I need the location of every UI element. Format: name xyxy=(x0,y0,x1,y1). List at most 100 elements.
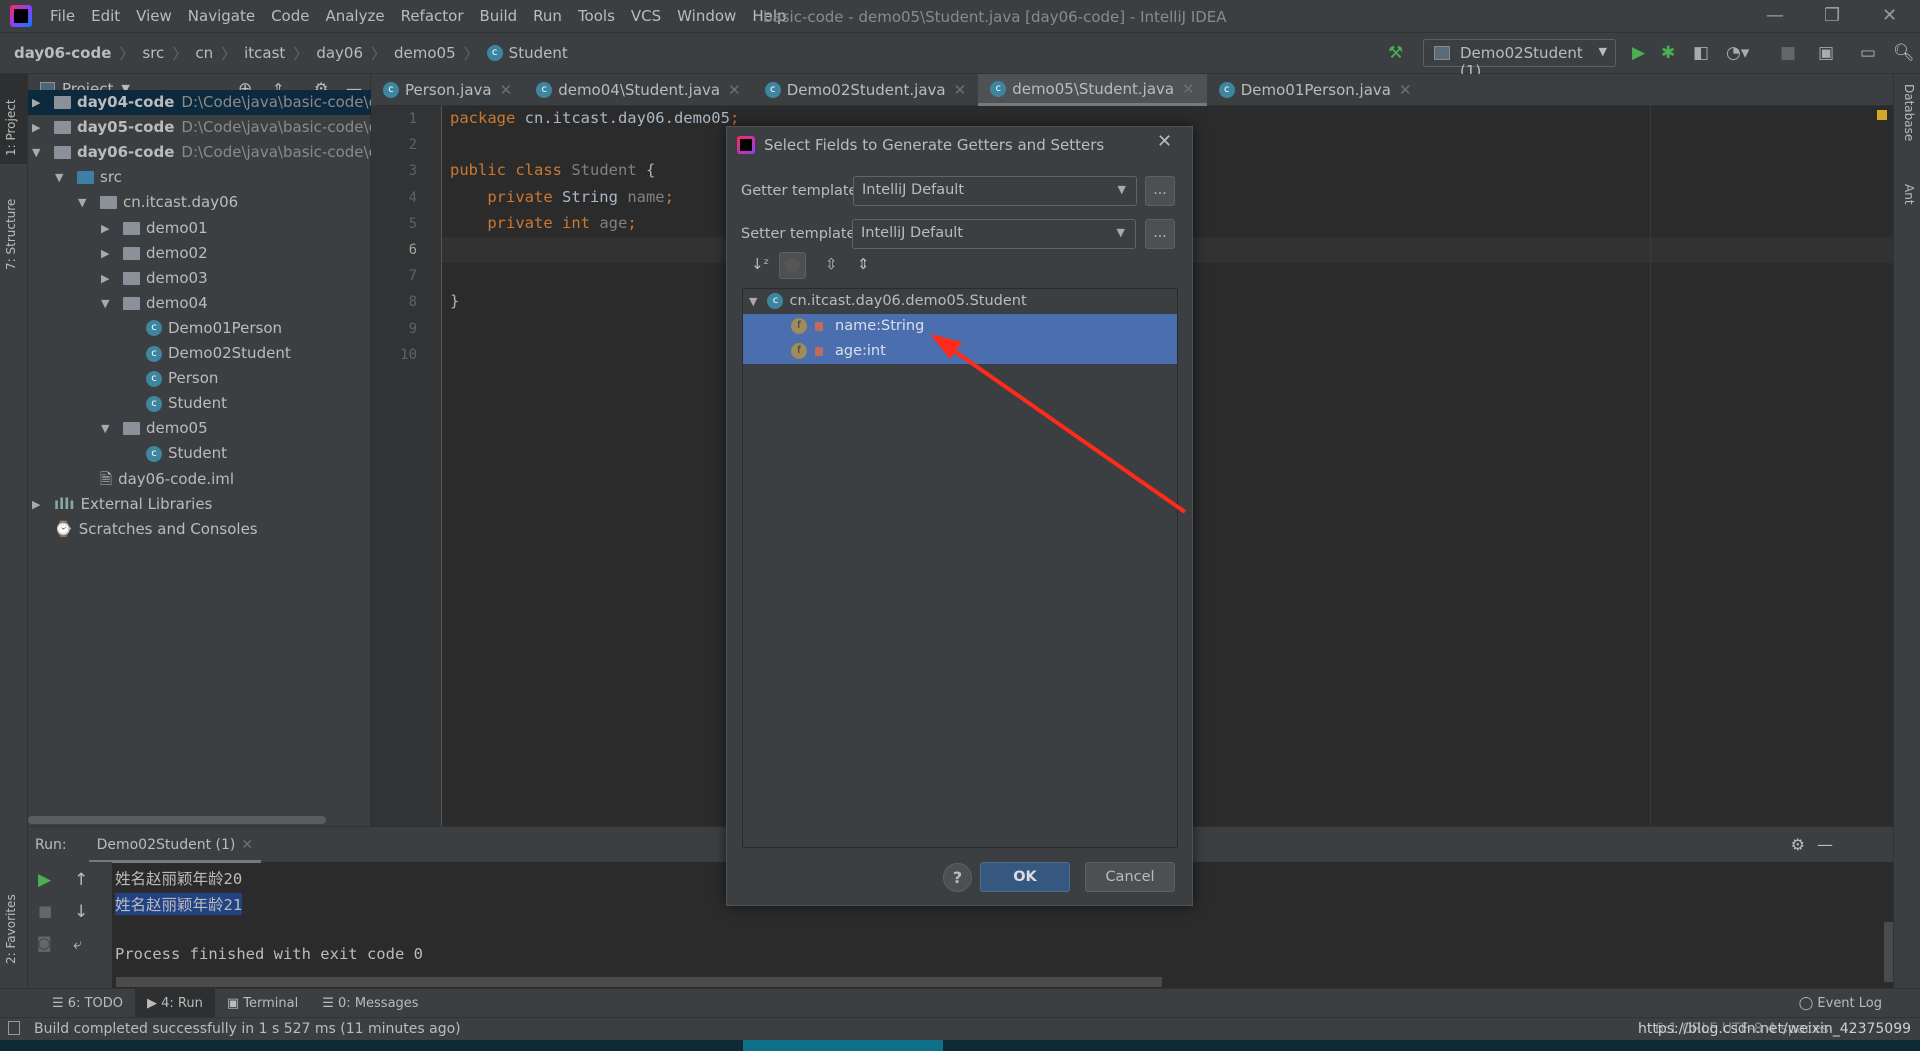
tree-item[interactable]: ▶ demo03 xyxy=(28,266,371,291)
expand-arrow-icon[interactable]: ▼ xyxy=(749,295,757,308)
close-icon[interactable]: ✕ xyxy=(1182,80,1195,98)
menu-run[interactable]: Run xyxy=(525,7,570,25)
search-icon[interactable]: 🔍︎ xyxy=(1893,43,1915,63)
chevron-down-icon[interactable]: ▼ xyxy=(78,190,86,215)
show-classes-toggle[interactable] xyxy=(779,252,806,279)
breadcrumb-item[interactable]: day06 xyxy=(316,44,363,62)
menu-build[interactable]: Build xyxy=(472,7,526,25)
tree-item[interactable]: ▼ cn.itcast.day06 xyxy=(28,190,371,215)
up-arrow-icon[interactable]: ↑ xyxy=(74,870,88,890)
breadcrumb-item[interactable]: cn xyxy=(195,44,213,62)
favorites-side-tab[interactable]: 2: Favorites xyxy=(4,894,18,964)
close-dialog-button[interactable]: ✕ xyxy=(1157,131,1172,152)
tab-demo05-student-java[interactable]: c demo05\Student.java ✕ xyxy=(978,74,1207,106)
breadcrumb-item[interactable]: Student xyxy=(509,44,568,62)
stop-icon[interactable]: ■ xyxy=(1780,43,1796,63)
bottom-tab-todo[interactable]: ☰ 6: TODO xyxy=(40,989,135,1018)
restore-button[interactable]: ❐ xyxy=(1824,5,1840,26)
structure-side-tab[interactable]: 7: Structure xyxy=(4,199,18,270)
chevron-right-icon[interactable]: ▶ xyxy=(32,115,40,140)
menu-vcs[interactable]: VCS xyxy=(623,7,669,25)
coverage-icon[interactable]: ◧ xyxy=(1693,43,1709,63)
terminal-window-icon[interactable]: ▭ xyxy=(1860,43,1876,63)
bottom-tab-messages[interactable]: ☰ 0: Messages xyxy=(310,989,430,1018)
breadcrumb-item[interactable]: day06-code xyxy=(14,44,111,62)
breadcrumb-item[interactable]: src xyxy=(142,44,164,62)
project-scrollbar[interactable] xyxy=(28,816,326,824)
chevron-right-icon[interactable]: ▶ xyxy=(101,266,109,291)
tree-item[interactable]: c Demo01Person xyxy=(28,316,371,341)
menu-navigate[interactable]: Navigate xyxy=(180,7,263,25)
breadcrumb-item[interactable]: demo05 xyxy=(394,44,456,62)
menu-view[interactable]: View xyxy=(128,7,180,25)
setter-template-select[interactable]: IntelliJ Default ▼ xyxy=(852,219,1136,249)
expand-all-icon[interactable]: ⇳ xyxy=(825,255,838,273)
menu-tools[interactable]: Tools xyxy=(570,7,623,25)
close-icon[interactable]: ✕ xyxy=(954,81,967,99)
tree-item[interactable]: ▼ src xyxy=(28,165,371,190)
hide-panel-icon[interactable]: — xyxy=(1817,835,1833,854)
chevron-down-icon[interactable]: ▼ xyxy=(101,416,109,441)
tab-demo02student-java[interactable]: c Demo02Student.java ✕ xyxy=(753,74,978,106)
tree-item[interactable]: c Student xyxy=(28,441,371,466)
class-node[interactable]: ▼ c cn.itcast.day06.demo05.Student xyxy=(743,289,1177,314)
tree-item[interactable]: ▶ day04-code D:\Code\java\basic-code\day04 xyxy=(28,90,415,115)
tree-item[interactable]: c Student xyxy=(28,391,371,416)
chevron-down-icon[interactable]: ▼ xyxy=(32,140,40,165)
event-log-button[interactable]: ◯ Event Log xyxy=(1799,996,1882,1011)
tab-demo01person-java[interactable]: c Demo01Person.java ✕ xyxy=(1207,74,1424,106)
chevron-right-icon[interactable]: ▶ xyxy=(32,90,40,115)
stop-icon[interactable]: ■ xyxy=(38,902,52,920)
close-icon[interactable]: ✕ xyxy=(500,81,513,99)
chevron-down-icon[interactable]: ▼ xyxy=(101,291,109,316)
debug-icon[interactable]: ✱ xyxy=(1661,43,1675,63)
chevron-right-icon[interactable]: ▶ xyxy=(101,241,109,266)
tab-demo04-student-java[interactable]: c demo04\Student.java ✕ xyxy=(524,74,753,106)
console-vscrollbar[interactable] xyxy=(1884,922,1893,982)
setter-template-more-button[interactable]: ... xyxy=(1145,219,1175,249)
tree-item[interactable]: ▼ demo04 xyxy=(28,291,371,316)
tree-item[interactable]: ▶ demo01 xyxy=(28,216,371,241)
getter-template-select[interactable]: IntelliJ Default ▼ xyxy=(853,176,1137,206)
field-row[interactable]: f name:String xyxy=(743,314,1177,339)
tree-item[interactable]: 🗎 day06-code.iml xyxy=(28,467,371,492)
project-structure-icon[interactable]: ▣ xyxy=(1818,43,1834,63)
chevron-down-icon[interactable]: ▼ xyxy=(55,165,63,190)
status-toggle-icon[interactable] xyxy=(8,1021,20,1035)
menu-window[interactable]: Window xyxy=(669,7,744,25)
gear-icon[interactable]: ⚙ xyxy=(1791,835,1805,854)
tree-item[interactable]: ▶ day05-code D:\Code\java\basic-code\day05 xyxy=(28,115,415,140)
close-icon[interactable]: ✕ xyxy=(241,837,253,853)
profile-icon[interactable]: ◔▾ xyxy=(1726,43,1749,63)
minimize-button[interactable]: — xyxy=(1766,5,1784,26)
bottom-tab-run[interactable]: ▶ 4: Run xyxy=(135,988,215,1018)
field-row[interactable]: f age:int xyxy=(743,339,1177,364)
tree-item[interactable]: ▼ demo05 xyxy=(28,416,371,441)
menu-file[interactable]: File xyxy=(42,7,83,25)
project-side-tab[interactable]: 1: Project xyxy=(4,99,18,156)
menu-edit[interactable]: Edit xyxy=(83,7,128,25)
tree-item[interactable]: ⌚ Scratches and Consoles xyxy=(28,517,371,542)
database-side-tab[interactable]: Database xyxy=(1902,84,1916,141)
getter-template-more-button[interactable]: ... xyxy=(1145,176,1175,206)
tab-person-java[interactable]: c Person.java ✕ xyxy=(371,74,524,106)
sort-alpha-icon[interactable]: ↓ᶻ xyxy=(751,255,769,273)
chevron-right-icon[interactable]: ▶ xyxy=(101,216,109,241)
run-tab[interactable]: Demo02Student (1) ✕ xyxy=(88,827,262,863)
tree-item[interactable]: ▼ day06-code D:\Code\java\basic-code\day06 xyxy=(28,140,415,165)
tree-item[interactable]: c Demo02Student xyxy=(28,341,371,366)
close-window-button[interactable]: ✕ xyxy=(1882,5,1897,26)
close-icon[interactable]: ✕ xyxy=(1399,81,1412,99)
close-icon[interactable]: ✕ xyxy=(728,81,741,99)
bottom-tab-terminal[interactable]: ▣ Terminal xyxy=(215,989,310,1018)
run-config-select[interactable]: Demo02Student (1) ▼ xyxy=(1423,39,1616,80)
console-scrollbar[interactable] xyxy=(116,977,1162,987)
tree-item[interactable]: ▶ demo02 xyxy=(28,241,371,266)
menu-analyze[interactable]: Analyze xyxy=(317,7,392,25)
tree-item[interactable]: c Person xyxy=(28,366,371,391)
menu-code[interactable]: Code xyxy=(263,7,317,25)
menu-refactor[interactable]: Refactor xyxy=(393,7,472,25)
tree-item[interactable]: ▶ ıllı External Libraries xyxy=(28,492,371,517)
help-button[interactable]: ? xyxy=(943,863,972,892)
warning-marker-icon[interactable] xyxy=(1877,110,1887,120)
